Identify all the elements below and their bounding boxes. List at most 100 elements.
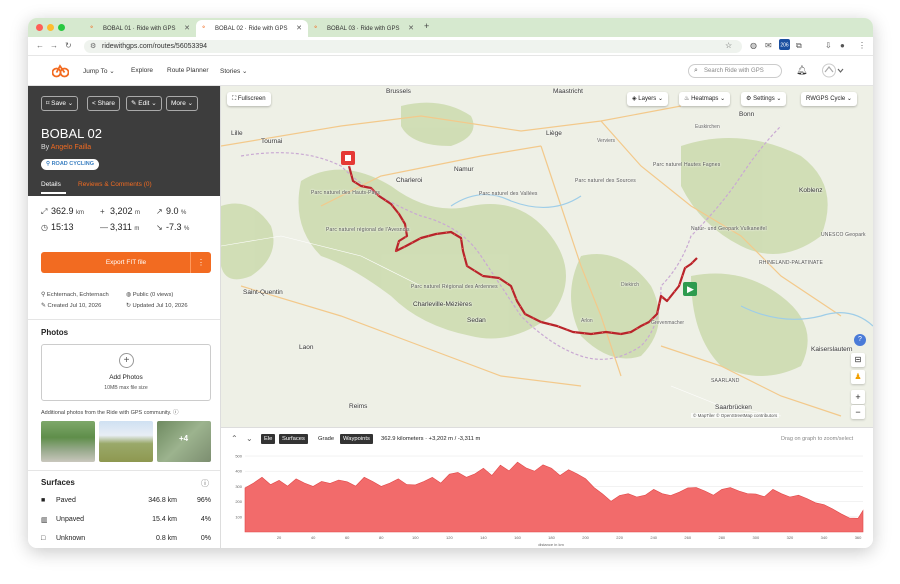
stat-max-grade: ↗ 9.0 % <box>156 206 186 216</box>
chevron-down-icon: ⌄ <box>242 68 248 75</box>
site-info-icon[interactable]: ⚙ <box>90 40 96 53</box>
nav-jump-to[interactable]: Jump To ⌄ <box>83 67 115 75</box>
nav-stories[interactable]: Stories ⌄ <box>220 67 248 75</box>
collapse-down-icon[interactable]: ⌄ <box>246 434 253 443</box>
section-divider <box>28 470 220 471</box>
heatmaps-button[interactable]: ♨ Heatmaps ⌄ <box>679 92 731 106</box>
collapse-up-icon[interactable]: ⌃ <box>231 434 238 443</box>
x-tick-label: 100 <box>412 535 419 540</box>
tab-close-icon[interactable]: ✕ <box>184 24 190 32</box>
rwgps-favicon: ᐤ <box>90 23 94 33</box>
surfaces-info-icon[interactable]: ⓘ <box>201 478 209 489</box>
map-label-lille: Lille <box>231 130 243 137</box>
street-view-icon[interactable]: ♟ <box>851 370 865 384</box>
puzzle-extensions-icon[interactable]: ⧉ <box>796 41 802 51</box>
bookmark-icon: ⌑ <box>46 100 50 107</box>
elevation-tab-grade[interactable]: Grade <box>315 434 337 444</box>
save-button[interactable]: ⌑ Save ⌄ <box>41 96 79 111</box>
paved-square-icon: ■ <box>41 497 46 504</box>
tab-close-icon[interactable]: ✕ <box>408 24 414 32</box>
bookmark-star-icon[interactable]: ☆ <box>725 41 732 50</box>
zoom-out-button[interactable]: − <box>851 405 865 419</box>
minimize-window-icon[interactable] <box>47 24 54 31</box>
rwgps-favicon: ᐤ <box>314 23 318 33</box>
globe-icon: ◍ <box>126 292 132 298</box>
address-bar[interactable]: ⚙ ridewithgps.com/routes/56053394 <box>84 40 742 53</box>
community-photo-more[interactable]: +4 <box>157 421 211 462</box>
created-text: Created Jul 10, 2026 <box>47 303 102 309</box>
add-photos-dropzone[interactable]: + Add Photos 10MB max file size <box>41 344 211 401</box>
edit-button[interactable]: ✎ Edit ⌄ <box>126 96 162 111</box>
zoom-in-button[interactable]: + <box>851 390 865 404</box>
tab-details[interactable]: Details <box>41 181 61 188</box>
community-photo-1[interactable] <box>41 421 95 462</box>
map-label-reims: Reims <box>349 403 368 410</box>
map-style-select[interactable]: RWGPS Cycle ⌄ <box>801 92 857 106</box>
x-tick-label: 340 <box>821 535 828 540</box>
share-button[interactable]: < Share <box>87 96 120 111</box>
meta-created: ✎ Created Jul 10, 2026 <box>41 303 101 309</box>
author-link[interactable]: Angelo Failla <box>51 144 91 151</box>
tab-reviews[interactable]: Reviews & Comments (0) <box>78 181 152 188</box>
unpaved-bars-icon: ▥ <box>41 517 48 524</box>
help-icon[interactable]: ? <box>854 334 866 346</box>
x-tick-label: 240 <box>650 535 657 540</box>
badge-extension-icon[interactable]: 206 <box>779 39 790 52</box>
elevation-tab-surfaces[interactable]: Surfaces <box>279 434 308 444</box>
site-search-input[interactable]: ⌕ Search Ride with GPS <box>688 64 782 78</box>
nav-explore[interactable]: Explore <box>131 67 153 74</box>
clock-icon: ◷ <box>41 223 48 232</box>
export-options-button[interactable]: ⋮ <box>190 252 211 273</box>
meta-location: ⚲ Echternach, Echternach <box>41 292 109 298</box>
route-start-marker[interactable]: ▶ <box>683 282 697 296</box>
back-icon[interactable]: ← <box>36 41 44 50</box>
community-photo-2[interactable] <box>99 421 153 462</box>
export-fit-button[interactable]: Export FIT file <box>41 252 211 273</box>
new-tab-icon[interactable]: + <box>424 21 429 31</box>
user-avatar[interactable] <box>822 63 844 83</box>
surface-percent: 96% <box>196 497 211 504</box>
nav-jump-to-label: Jump To <box>83 68 108 75</box>
route-header: ⌑ Save ⌄ < Share ✎ Edit ⌄ More ⌄ BOBAL 0… <box>28 86 220 196</box>
route-end-marker[interactable] <box>341 151 355 165</box>
info-icon[interactable]: ⓘ <box>173 410 179 416</box>
fullscreen-button[interactable]: ⛶ Fullscreen <box>227 92 271 106</box>
forward-icon[interactable]: → <box>50 41 58 50</box>
chevron-down-icon: ⌄ <box>67 100 74 107</box>
map-label-koblenz: Koblenz <box>799 187 823 194</box>
browser-menu-icon[interactable]: ⋮ <box>858 41 866 50</box>
browser-tab-3[interactable]: ᐤ BOBAL 03 · Ride with GPS ✕ <box>308 20 420 37</box>
notification-bell-icon[interactable]: 🔔︎ <box>796 65 807 76</box>
elevation-y-ticks: 100 200 300 400 500 <box>235 454 242 520</box>
elevation-tab-ele[interactable]: Ele <box>261 434 276 444</box>
play-icon: ▶ <box>687 284 694 294</box>
settings-button[interactable]: ⚙ Settings ⌄ <box>741 92 787 106</box>
route-map[interactable]: ▶ Brussels Maastricht Lille Tournai Char… <box>221 86 873 427</box>
maximize-window-icon[interactable] <box>58 24 65 31</box>
map-region-avesnois: Parc naturel régional de l'Avesnois <box>326 227 410 233</box>
more-button[interactable]: More ⌄ <box>166 96 199 111</box>
map-attribution[interactable]: © MapTiler © OpenStreetMap contributors <box>691 413 780 418</box>
browser-window: ᐤ BOBAL 01 · Ride with GPS ✕ ᐤ BOBAL 02 … <box>28 18 873 548</box>
nav-route-planner[interactable]: Route Planner <box>167 67 209 74</box>
profile-avatar-icon[interactable]: ● <box>840 41 845 50</box>
elevation-chart[interactable]: 100200300400500 20 40 60 80 100 120 140 160 180 2… <box>221 448 873 548</box>
map-label-diekirch: Diekirch <box>621 282 640 288</box>
elevation-panel: ⌃ ⌄ Ele Surfaces Grade Waypoints 362.9 k… <box>221 427 873 548</box>
close-window-icon[interactable] <box>36 24 43 31</box>
download-icon[interactable]: ⇩ <box>825 41 832 50</box>
elevation-tab-waypoints[interactable]: Waypoints <box>340 434 373 444</box>
tab-close-icon[interactable]: ✕ <box>296 24 302 32</box>
distance-icon: ⤢ <box>41 207 48 216</box>
map-view-toggle-icon[interactable]: ⊟ <box>851 353 865 367</box>
surface-row-paved: ■ Paved 346.8 km 96% <box>41 497 211 507</box>
mail-extension-icon[interactable]: ✉ <box>765 41 772 50</box>
stat-min-grade: ↘ -7.3 % <box>156 222 189 232</box>
surface-row-unknown: □ Unknown 0.8 km 0% <box>41 535 211 545</box>
browser-tab-1[interactable]: ᐤ BOBAL 01 · Ride with GPS ✕ <box>84 20 196 37</box>
reload-icon[interactable]: ↻ <box>65 41 72 50</box>
browser-tab-2[interactable]: ᐤ BOBAL 02 · Ride with GPS ✕ <box>196 20 308 37</box>
rwgps-logo[interactable] <box>51 63 70 83</box>
layers-button[interactable]: ◈ Layers ⌄ <box>627 92 669 106</box>
extension-icon[interactable]: ◍ <box>750 41 757 50</box>
